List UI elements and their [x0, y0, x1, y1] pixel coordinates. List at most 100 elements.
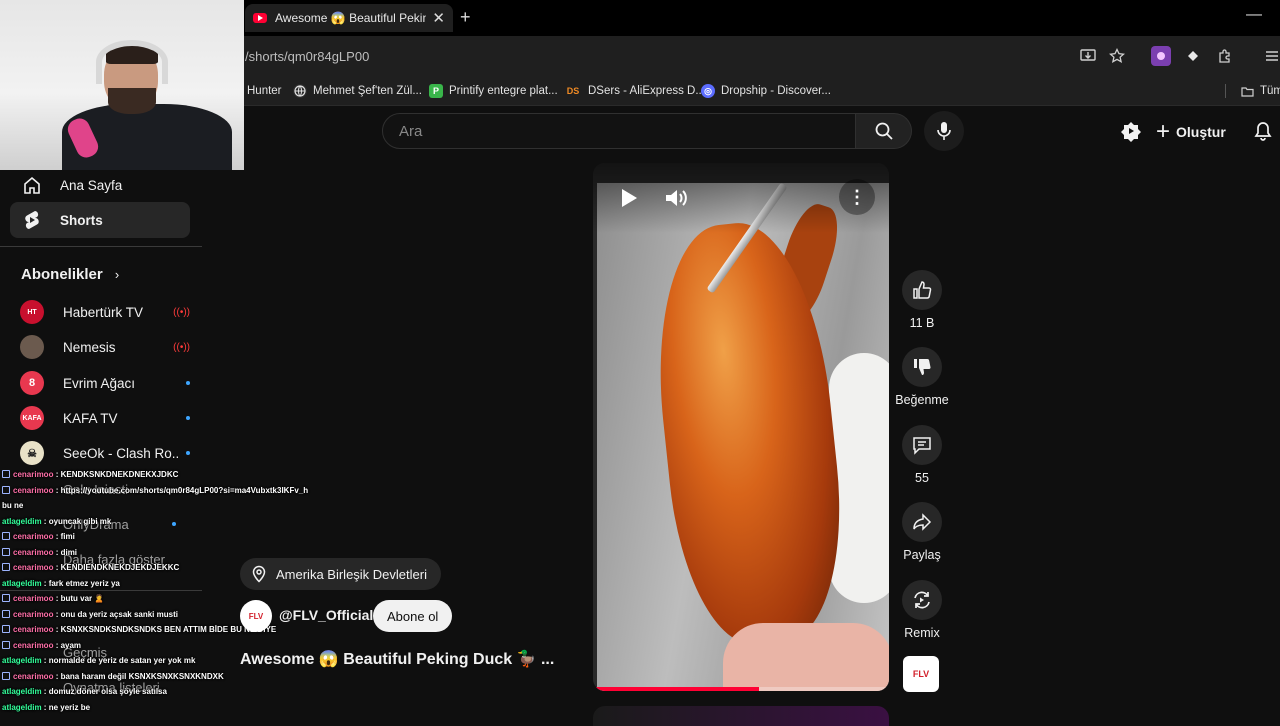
chat-username: atlageldim: [2, 516, 42, 526]
window-minimize-button[interactable]: —: [1246, 6, 1262, 24]
subscription-seeok[interactable]: ☠ SeeOk - Clash Ro...: [20, 436, 190, 470]
bookmark-label: Dropship - Discover...: [721, 85, 831, 97]
location-chip[interactable]: Amerika Birleşik Devletleri: [240, 558, 441, 590]
dislike-label: Beğenme: [895, 393, 949, 407]
new-content-dot: [186, 416, 190, 420]
live-indicator-icon: ((•)): [173, 341, 190, 353]
tab-close-icon[interactable]: ✕: [432, 9, 445, 27]
chat-badge-icon: [2, 485, 10, 494]
bookmark-dsers[interactable]: DS DSers - AliExpress D...: [564, 81, 705, 101]
new-tab-button[interactable]: +: [460, 7, 471, 28]
bookmark-label: Hunter: [247, 85, 282, 97]
search-button[interactable]: [856, 113, 912, 149]
channel-handle[interactable]: @FLV_Official: [279, 607, 373, 623]
shorts-video-player[interactable]: ⋮: [593, 163, 889, 691]
subscription-nemesis[interactable]: Nemesis ((•)): [20, 330, 190, 364]
chat-badge-icon: [2, 547, 10, 556]
bookmark-printify[interactable]: P Printify entegre plat...: [429, 81, 558, 101]
next-short-preview[interactable]: [593, 706, 889, 726]
share-button[interactable]: Paylaş: [896, 502, 948, 562]
bookmarks-all-folder[interactable]: Tüm: [1240, 81, 1280, 101]
subscription-haberturk[interactable]: HT Habertürk TV ((•)): [20, 295, 190, 329]
channel-thumbnail[interactable]: FLV: [903, 656, 939, 692]
subscription-kafa-tv[interactable]: KAFA KAFA TV: [20, 401, 190, 435]
channel-logo-text: FLV: [912, 669, 930, 679]
bookmark-star-icon[interactable]: [1107, 46, 1127, 66]
like-button[interactable]: 11 B: [896, 270, 948, 330]
webcam-overlay: [0, 0, 244, 170]
live-indicator-icon: ((•)): [173, 306, 190, 318]
voice-search-button[interactable]: [924, 111, 964, 151]
share-icon: [902, 502, 942, 542]
chat-username: cenarimoo: [13, 609, 54, 619]
webcam-person-beard: [108, 88, 156, 114]
volume-button[interactable]: [663, 185, 689, 211]
bookmark-label: Mehmet Şef'ten Zül...: [313, 85, 422, 97]
chat-badge-icon: [2, 609, 10, 618]
sidebar-item-home[interactable]: Ana Sayfa: [10, 167, 190, 203]
stream-chat-overlay: cenarimoo : KENDKSNKDNEKDNEKXJDKC cenarim…: [0, 467, 330, 720]
subscriptions-heading[interactable]: Abonelikler ›: [21, 266, 119, 283]
extension-diamond-icon[interactable]: [1183, 46, 1203, 66]
chat-message: cenarimoo : bana haram değil KSNXKSNXKSN…: [2, 669, 224, 685]
chat-username: cenarimoo: [13, 532, 54, 541]
dislike-button[interactable]: Beğenme: [895, 347, 949, 407]
browser-menu-icon[interactable]: [1262, 46, 1280, 66]
dsers-icon: DS: [566, 86, 580, 96]
bookmark-label: Printify entegre plat...: [449, 85, 558, 97]
chat-text: : onu da yeriz açsak sanki musti: [53, 609, 178, 619]
subscription-name: Evrim Ağacı: [63, 375, 136, 391]
browser-tab[interactable]: Awesome 😱 Beautiful Peking Duck ✕: [245, 4, 453, 32]
install-app-icon[interactable]: [1078, 46, 1098, 66]
bookmark-label: DSers - AliExpress D...: [588, 85, 705, 97]
yt-studio-icon[interactable]: [1120, 120, 1142, 142]
location-label: Amerika Birleşik Devletleri: [276, 566, 427, 582]
comments-button[interactable]: 55: [896, 425, 948, 485]
chat-message: cenarimoo : onu da yeriz açsak sanki mus…: [2, 607, 178, 623]
chat-message: cenarimoo : KENDKSNKDNEKDNEKXJDKC: [2, 467, 178, 483]
chat-username: atlageldim: [2, 578, 42, 588]
chat-text: : oyuncak gibi mk: [41, 516, 112, 526]
chat-message: atlageldim : domuz döner olsa şöyle satı…: [2, 684, 167, 700]
chat-text: : fimi: [53, 532, 75, 541]
chat-username: cenarimoo: [13, 485, 54, 495]
bookmark-hunter[interactable]: Hunter: [247, 81, 282, 101]
sidebar-item-label: Ana Sayfa: [60, 177, 123, 193]
video-progress-fill: [593, 687, 759, 691]
extensions-puzzle-icon[interactable]: [1215, 46, 1235, 66]
extension-purple-icon[interactable]: [1151, 46, 1171, 66]
chat-text: : ne yeriz be: [41, 702, 91, 712]
chat-badge-icon: [2, 532, 10, 540]
youtube-favicon-icon: [253, 13, 267, 23]
chat-message: cenarimoo : KENDIENDKNEKDJEKDJEKKC: [2, 560, 179, 576]
subscribe-button[interactable]: Abone ol: [373, 600, 453, 632]
video-title[interactable]: Awesome 😱 Beautiful Peking Duck 🦆 ...: [240, 649, 554, 669]
channel-avatar[interactable]: FLV: [240, 600, 272, 632]
subscription-evrim-agaci[interactable]: 8 Evrim Ağacı: [20, 366, 190, 400]
notifications-bell-icon[interactable]: [1252, 120, 1274, 142]
chat-message: atlageldim : fark etmez yeriz ya: [2, 576, 120, 592]
video-progress-bar[interactable]: [593, 687, 889, 691]
chat-badge-icon: [2, 594, 10, 602]
chat-text: : normalde de yeriz de satan yer yok mk: [41, 656, 196, 665]
chat-text: : butu var 🙎: [53, 594, 105, 603]
play-button[interactable]: [617, 187, 639, 209]
chat-text: : bana haram değil KSNXKSNXKSNXKNDXK: [53, 671, 224, 681]
channel-avatar: ☠: [20, 441, 44, 465]
remix-label: Remix: [904, 626, 940, 640]
sidebar-divider: [0, 246, 202, 247]
remix-button[interactable]: Remix: [896, 580, 948, 640]
sidebar-item-shorts[interactable]: Shorts: [10, 202, 190, 238]
search-input[interactable]: Ara: [382, 113, 856, 149]
more-options-button[interactable]: ⋮: [839, 179, 875, 215]
chat-text: : domuz döner olsa şöyle satılsa: [41, 687, 167, 696]
create-button[interactable]: + Oluştur: [1156, 116, 1226, 148]
location-pin-icon: [252, 565, 266, 583]
chat-message: atlageldim : normalde de yeriz de satan …: [2, 653, 195, 669]
chat-badge-icon: [2, 671, 10, 680]
bookmark-dropship[interactable]: ◎ Dropship - Discover...: [701, 81, 831, 101]
url-field[interactable]: /shorts/qm0r84gLP00: [245, 49, 369, 64]
chat-message: atlageldim : ne yeriz be: [2, 700, 90, 716]
bookmark-mehmet-sef[interactable]: Mehmet Şef'ten Zül...: [293, 81, 422, 101]
remix-icon: [902, 580, 942, 620]
